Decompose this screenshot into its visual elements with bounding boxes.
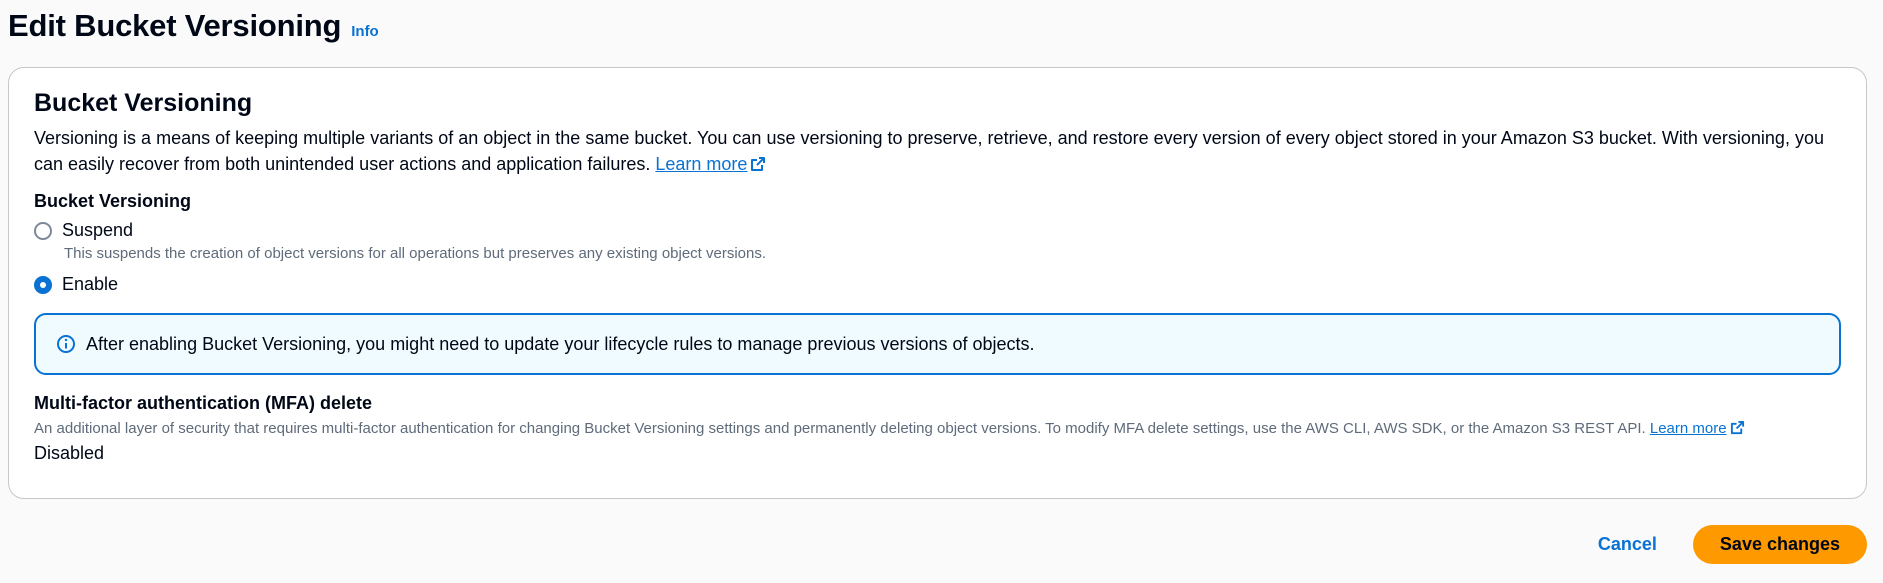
mfa-delete-description: An additional layer of security that req… [34,420,1841,437]
panel-title: Bucket Versioning [34,89,253,117]
radio-suspend-circle[interactable] [34,221,52,240]
radio-enable-circle[interactable] [34,275,52,294]
save-changes-button[interactable]: Save changes [1692,525,1867,564]
learn-more-label: Learn more [655,154,748,175]
mfa-learn-more-link[interactable]: Learn more [1650,420,1745,437]
versioning-description-text: Versioning is a means of keeping multipl… [34,128,1824,175]
external-link-icon [1730,421,1744,435]
mfa-delete-label: Multi-factor authentication (MFA) delete [34,393,373,414]
radio-suspend-description: This suspends the creation of object ver… [64,245,767,263]
mfa-description-text: An additional layer of security that req… [34,420,1646,438]
form-actions: Cancel Save changes [1598,525,1867,564]
mfa-delete-value: Disabled [34,443,105,464]
radio-suspend[interactable]: Suspend [34,220,1841,241]
bucket-versioning-field-label: Bucket Versioning [34,191,192,212]
cancel-button[interactable]: Cancel [1598,534,1657,555]
radio-enable-label: Enable [62,274,119,295]
info-link[interactable]: Info [351,23,379,40]
versioning-learn-more-link[interactable]: Learn more [655,154,766,174]
radio-enable[interactable]: Enable [34,274,1841,295]
external-link-icon [751,157,766,172]
versioning-description: Versioning is a means of keeping multipl… [34,125,1841,177]
learn-more-label: Learn more [1649,420,1727,438]
page-title: Edit Bucket Versioning [8,8,342,43]
info-circle-icon [57,335,75,354]
edit-bucket-versioning-page: Edit Bucket Versioning Info Bucket Versi… [0,0,1883,583]
page-header: Edit Bucket Versioning Info [8,8,379,44]
radio-suspend-label: Suspend [62,220,134,241]
info-alert: After enabling Bucket Versioning, you mi… [34,313,1841,376]
info-alert-text: After enabling Bucket Versioning, you mi… [86,333,1035,354]
bucket-versioning-panel: Bucket Versioning Versioning is a means … [8,67,1867,499]
